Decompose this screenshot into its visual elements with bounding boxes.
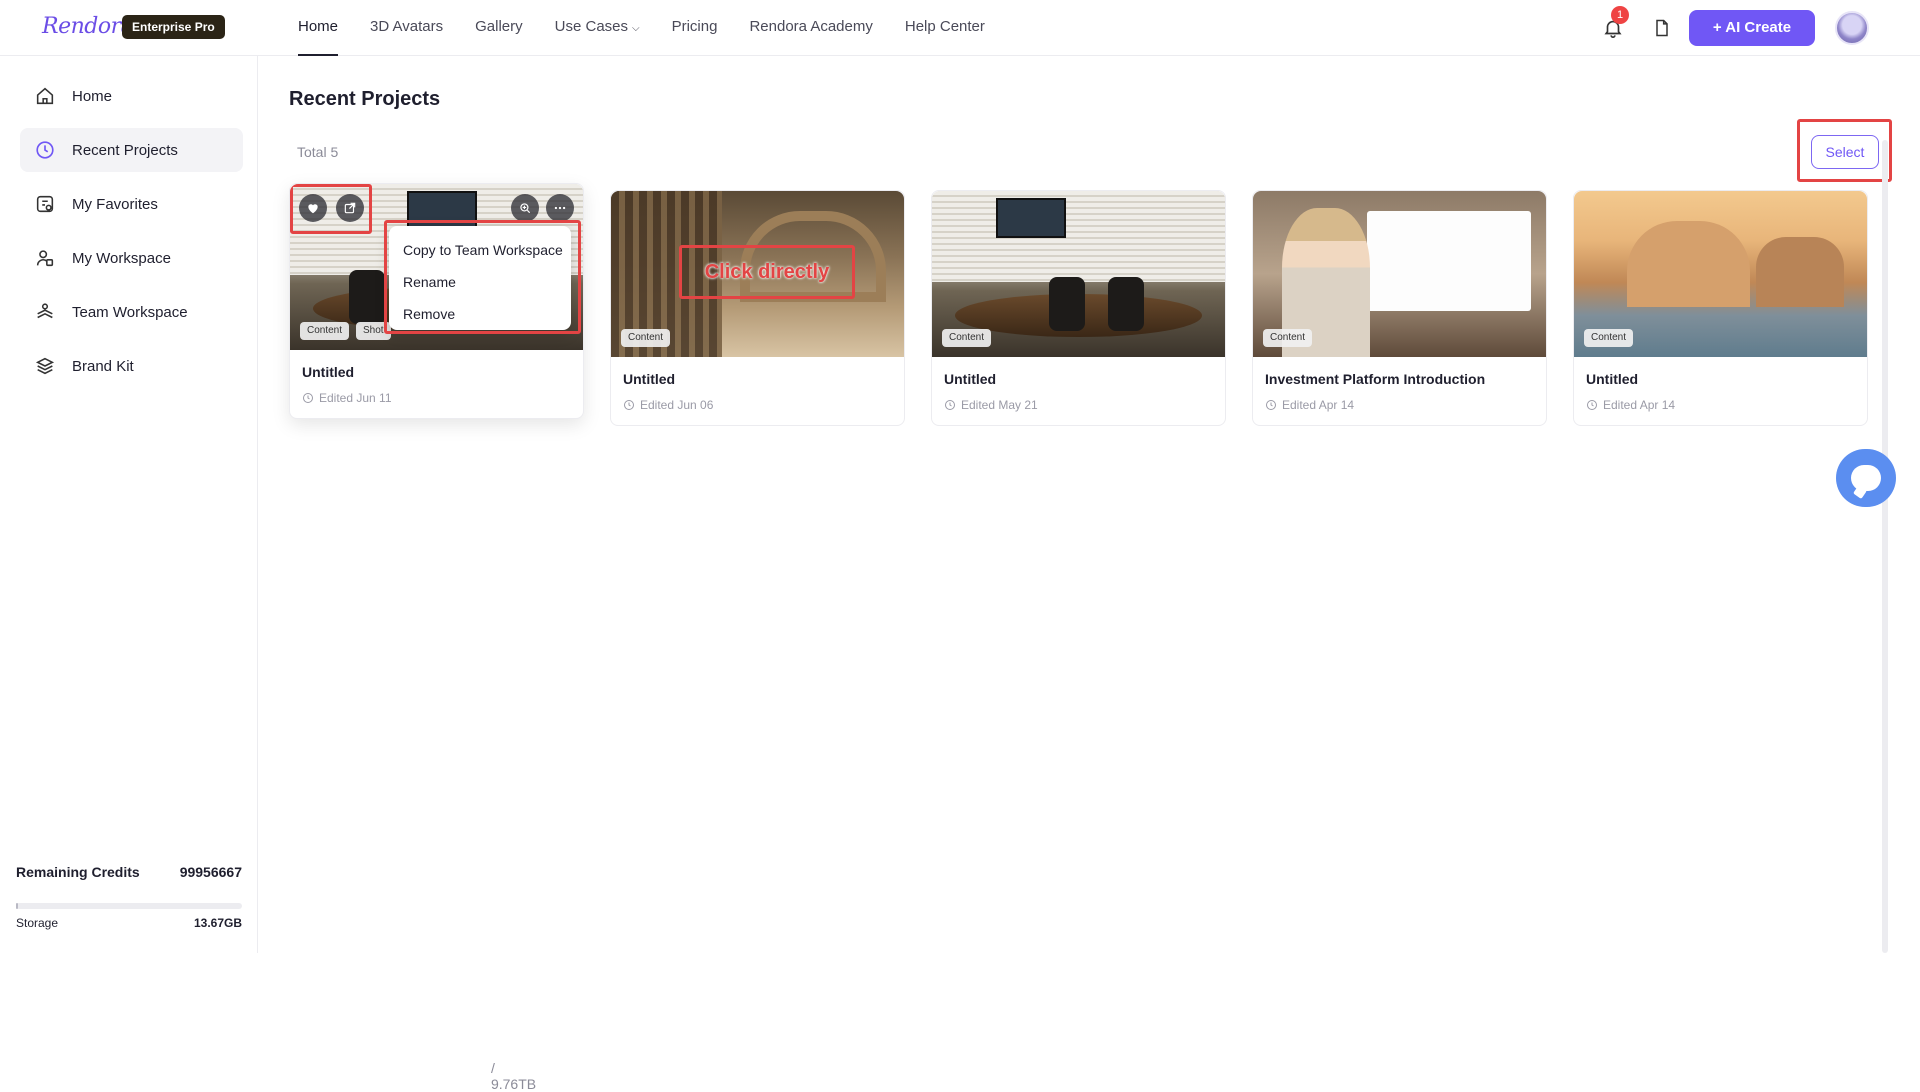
project-card[interactable]: Content Untitled Edited Apr 14 [1573,190,1868,426]
sidebar: Home Recent Projects My Favorites My Wor… [0,56,536,1092]
project-context-menu: Copy to Team Workspace Rename Remove [389,226,571,330]
storage-total: / 9.76TB [490,1060,537,1092]
select-button[interactable]: Select [1811,135,1879,169]
credits-value: 99956667 [179,864,242,880]
heart-icon [308,204,318,214]
chevron-down-icon: ⌵ [632,23,640,34]
sidebar-item-my-favorites[interactable]: My Favorites [20,182,243,226]
nav-use-cases[interactable]: Use Cases ⌵ [555,0,640,56]
project-thumbnail[interactable]: Content [1574,191,1867,357]
external-link-icon [344,202,356,214]
project-edited-date: Edited Apr 14 [1265,398,1354,412]
menu-item-remove[interactable]: Remove [389,298,571,330]
project-edited-date: Edited Jun 06 [623,398,713,412]
open-external-button[interactable] [336,194,364,222]
user-avatar[interactable] [1835,11,1869,45]
nav-gallery[interactable]: Gallery [475,0,523,56]
scrollbar[interactable] [1882,140,1888,953]
layers-icon [35,357,55,375]
project-thumbnail[interactable]: Content [932,191,1225,357]
project-card[interactable]: Content Untitled Edited Jun 06 [610,190,905,426]
project-title[interactable]: Untitled [302,364,354,380]
content-tag: Content [1584,329,1634,347]
nav-home[interactable]: Home [298,0,339,56]
favorites-icon [36,195,54,213]
page-title: Recent Projects [289,88,441,110]
nav-rendora-academy[interactable]: Rendora Academy [749,0,872,56]
content-tag: Content [621,329,671,347]
main-nav: Home 3D Avatars Gallery Use Cases ⌵ Prici… [298,0,1017,56]
project-edited-date: Edited Jun 11 [302,391,392,405]
sidebar-item-my-workspace[interactable]: My Workspace [20,236,243,280]
shot-tag: Shot [356,322,391,340]
nav-help-center[interactable]: Help Center [905,0,985,56]
clock-icon [624,400,634,410]
project-title[interactable]: Untitled [944,371,996,387]
project-card[interactable]: Content Investment Platform Introduction… [1252,190,1547,426]
storage-progress-bar [16,903,242,909]
chat-support-button[interactable] [1836,449,1896,507]
project-edited-date: Edited May 21 [944,398,1038,412]
project-card[interactable]: Content Untitled Edited May 21 [931,190,1226,426]
project-edited-date: Edited Apr 14 [1586,398,1675,412]
menu-item-copy-to-team-workspace[interactable]: Copy to Team Workspace [389,234,571,266]
project-thumbnail[interactable]: Content [611,191,904,357]
sidebar-item-home[interactable]: Home [20,74,243,118]
sidebar-item-recent-projects[interactable]: Recent Projects [20,128,243,172]
project-thumbnail[interactable]: Content [1253,191,1546,357]
rendora-logo[interactable]: Rendora [42,14,134,39]
plan-badge: Enterprise Pro [122,15,225,39]
project-title[interactable]: Untitled [1586,371,1638,387]
nav-pricing[interactable]: Pricing [672,0,718,56]
zoom-icon [520,203,531,214]
clock-icon [1266,400,1276,410]
project-title[interactable]: Investment Platform Introduction [1265,371,1485,387]
favorite-button[interactable] [299,194,327,222]
clock-icon [303,393,313,403]
clock-icon [36,141,54,159]
menu-item-rename[interactable]: Rename [389,266,571,298]
plus-icon: + [1712,19,1726,36]
clock-icon [1587,400,1597,410]
home-icon [36,87,54,105]
sidebar-item-team-workspace[interactable]: Team Workspace [20,290,243,334]
top-navbar: Rendora Enterprise Pro Home 3D Avatars G… [0,0,1920,56]
notification-count-badge: 1 [1611,6,1629,24]
project-total-count: Total 5 [297,144,339,160]
sidebar-item-brand-kit[interactable]: Brand Kit [20,344,243,388]
content-tag: Content [942,329,992,347]
team-icon [37,303,53,319]
more-horizontal-icon [554,206,566,210]
storage-progress-fill [16,903,19,909]
preview-button[interactable] [511,194,539,222]
workspace-icon [36,250,54,267]
nav-3d-avatars[interactable]: 3D Avatars [370,0,443,56]
project-title[interactable]: Untitled [623,371,675,387]
more-options-button[interactable] [546,194,574,222]
content-tag: Content [1263,329,1313,347]
content-tag: Content [300,322,350,340]
ai-create-button[interactable]: + AI Create [1689,10,1815,46]
document-icon[interactable] [1652,17,1672,39]
storage-used: 13.67GB [193,916,242,930]
chat-bubble-icon [1851,465,1881,491]
clock-icon [945,400,955,410]
